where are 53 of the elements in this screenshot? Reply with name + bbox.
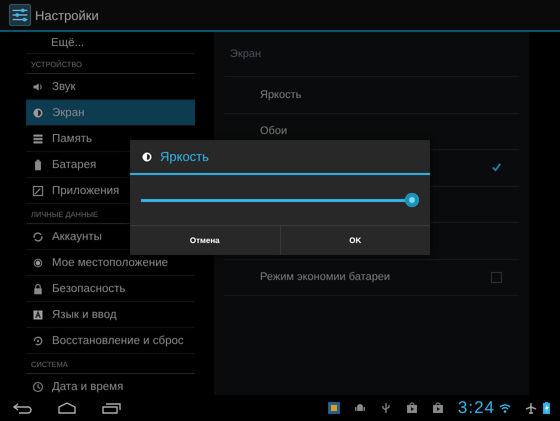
- settings-item[interactable]: Восстановление и сброс: [26, 328, 195, 354]
- panel-title: Экран: [224, 32, 519, 77]
- android-icon: [354, 402, 366, 414]
- checkbox[interactable]: [491, 162, 502, 174]
- usb-icon: [380, 402, 392, 414]
- apps-icon: [32, 184, 44, 196]
- clock: 3:24: [458, 398, 495, 418]
- slider-thumb[interactable]: [405, 193, 420, 207]
- settings-row[interactable]: Яркость: [224, 77, 519, 114]
- item-label: Батарея: [52, 158, 96, 170]
- item-label: Память: [52, 132, 92, 144]
- recents-icon[interactable]: [100, 402, 122, 414]
- home-icon[interactable]: [56, 402, 78, 414]
- settings-row[interactable]: Режим экономии батареи: [224, 260, 519, 296]
- restore-icon: [32, 334, 44, 346]
- storage-icon: [32, 132, 44, 144]
- settings-item[interactable]: Язык и ввод: [26, 302, 195, 328]
- item-label: Экран: [52, 106, 84, 118]
- settings-item[interactable]: Ещё...: [26, 32, 195, 54]
- item-label: Мое местоположение: [52, 256, 168, 268]
- item-label: Дата и время: [52, 380, 124, 392]
- settings-item[interactable]: Экран: [26, 100, 195, 126]
- sync-icon: [32, 230, 44, 242]
- play-store-icon: [406, 402, 418, 414]
- brightness-icon: [32, 106, 44, 118]
- item-label: Аккаунты: [52, 230, 102, 242]
- app-notification-icon: [328, 402, 340, 414]
- keyboard-icon: [32, 308, 44, 320]
- back-icon[interactable]: [12, 402, 34, 414]
- app-title: Настройки: [35, 8, 99, 22]
- item-label: Восстановление и сброс: [52, 334, 184, 346]
- setting-label[interactable]: Обои: [260, 125, 288, 138]
- clock-icon: [32, 380, 44, 392]
- item-label: Язык и ввод: [52, 308, 117, 320]
- setting-label[interactable]: Режим экономии батареи: [260, 271, 390, 284]
- airplane-icon: [525, 402, 537, 414]
- play-store-icon: [432, 402, 444, 414]
- location-icon: [32, 256, 44, 268]
- item-label: Приложения: [52, 184, 120, 196]
- setting-label[interactable]: Яркость: [260, 88, 302, 101]
- dialog-button[interactable]: OK: [280, 226, 430, 255]
- dialog-button[interactable]: Отмена: [130, 226, 280, 255]
- battery-icon: [32, 158, 44, 170]
- wifi-icon: [499, 402, 511, 414]
- settings-icon[interactable]: [9, 4, 31, 26]
- checkbox[interactable]: [491, 272, 502, 283]
- brightness-icon: [141, 150, 153, 162]
- settings-item[interactable]: Безопасность: [26, 276, 195, 302]
- lock-icon: [32, 282, 44, 294]
- speaker-icon: [32, 80, 44, 92]
- item-label: Звук: [52, 80, 76, 92]
- item-label: Безопасность: [52, 282, 126, 294]
- battery-charging-icon: [543, 402, 550, 414]
